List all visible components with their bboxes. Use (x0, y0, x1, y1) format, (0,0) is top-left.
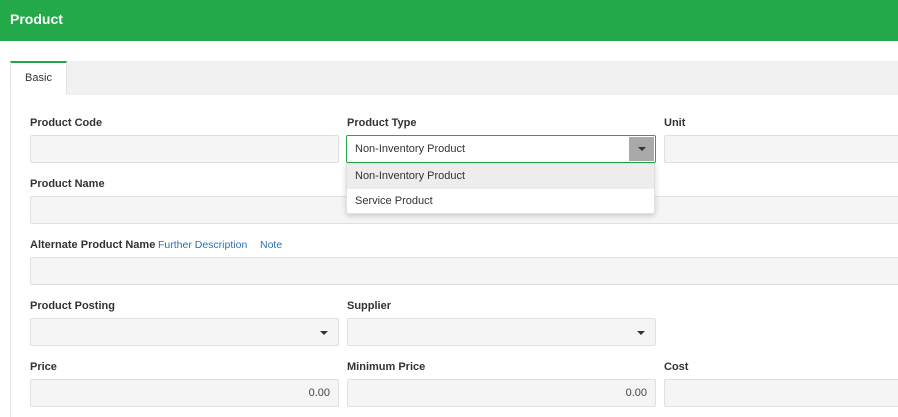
product-type-label: Product Type (347, 117, 417, 129)
product-posting-label: Product Posting (30, 300, 115, 312)
price-value: 0.00 (308, 387, 330, 399)
minimum-price-label: Minimum Price (347, 361, 426, 373)
unit-input[interactable] (664, 135, 898, 163)
price-input[interactable]: 0.00 (30, 379, 339, 407)
chevron-down-icon (320, 331, 328, 335)
supplier-label: Supplier (347, 300, 392, 312)
product-type-selected-value: Non-Inventory Product (355, 143, 466, 155)
dropdown-option-non-inventory-product[interactable]: Non-Inventory Product (347, 164, 654, 189)
price-label: Price (30, 361, 57, 373)
tab-strip: Basic (10, 61, 898, 96)
product-posting-select[interactable] (30, 318, 339, 346)
alternate-product-name-input[interactable] (30, 257, 898, 285)
cost-input[interactable] (664, 379, 898, 407)
minimum-price-input[interactable]: 0.00 (347, 379, 656, 407)
note-link[interactable]: Note (260, 239, 282, 251)
alternate-product-name-label: Alternate Product Name (30, 239, 156, 251)
minimum-price-value: 0.00 (625, 387, 647, 399)
product-type-dropdown-button[interactable] (629, 137, 654, 161)
chevron-down-icon (637, 331, 645, 335)
header-bar: Product (0, 0, 898, 41)
product-name-label: Product Name (30, 178, 105, 190)
product-type-dropdown-list: Non-Inventory Product Service Product (346, 163, 655, 214)
chevron-down-icon (638, 147, 646, 151)
cost-label: Cost (664, 361, 689, 373)
supplier-select[interactable] (347, 318, 656, 346)
page-title: Product (10, 11, 63, 27)
unit-label: Unit (664, 117, 686, 129)
tab-basic[interactable]: Basic (10, 61, 67, 95)
dropdown-option-service-product[interactable]: Service Product (347, 189, 654, 214)
product-code-label: Product Code (30, 117, 103, 129)
product-type-select[interactable]: Non-Inventory Product (346, 135, 656, 163)
product-code-input[interactable] (30, 135, 339, 163)
further-description-link[interactable]: Further Description (158, 239, 247, 251)
